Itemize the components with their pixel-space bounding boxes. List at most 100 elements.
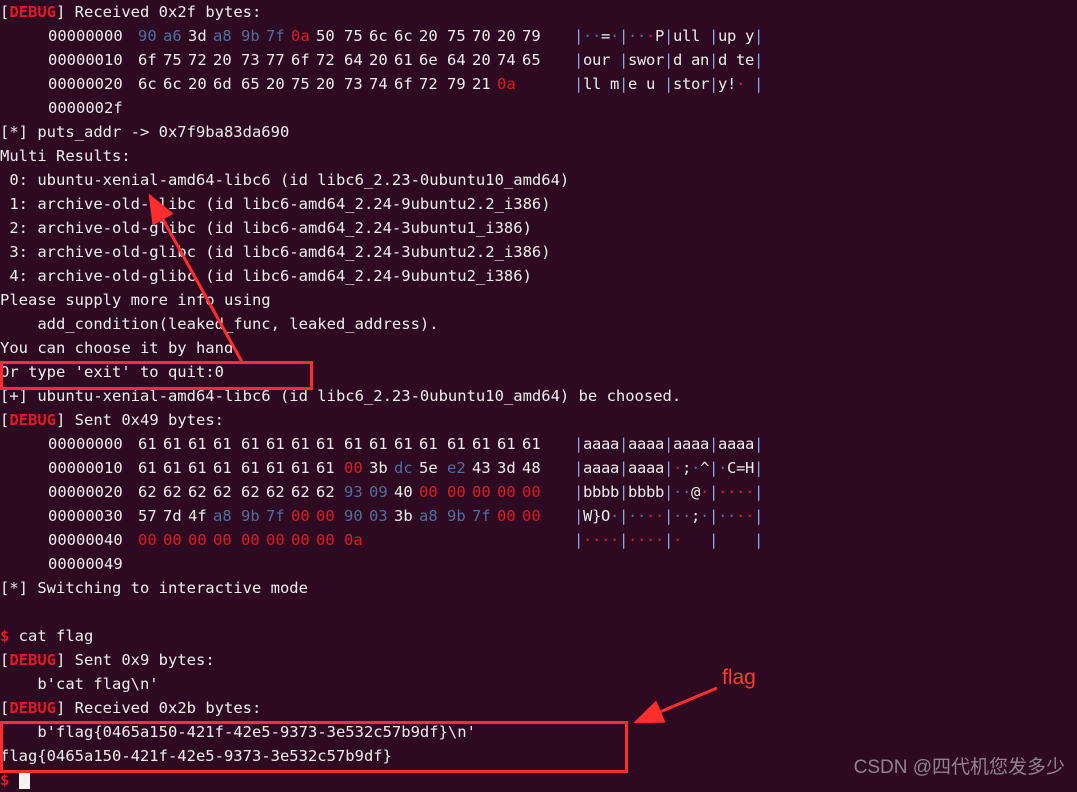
ascii-char	[727, 48, 736, 72]
multi-results-header: Multi Results:	[0, 147, 131, 165]
ascii-separator: |	[574, 507, 584, 525]
ascii-separator: |	[574, 483, 584, 501]
hexdump-ascii-panel: | a a a a | a a a a | ·; · ^ | · C = H |	[574, 456, 763, 480]
hex-byte-empty	[369, 528, 394, 552]
hex-byte: 6c	[394, 27, 413, 45]
chosen-libc-line: [+] ubuntu-xenial-amd64-libc6 (id libc6_…	[0, 387, 682, 405]
ascii-char: ·	[610, 531, 620, 549]
recv2-payload-line: b'flag{0465a150-421f-42e5-9373-3e532c57b…	[0, 723, 476, 741]
ascii-char: u	[718, 27, 728, 45]
hexdump-row: 00000000 90 a6 3d a8 9b 7f 0a 50 75 6c 6c 20 75 70 20 79…	[0, 24, 1077, 48]
hexdump-byte-group: 62 62 62 62	[138, 480, 241, 504]
ascii-char: o	[646, 51, 656, 69]
ascii-char: a	[628, 459, 638, 477]
ascii-char: a	[610, 435, 620, 453]
hex-byte: 74	[369, 75, 388, 93]
ascii-separator: |	[664, 459, 674, 477]
libc-result-2: 2: archive-old-glibc (id libc6-amd64_2.2…	[0, 219, 532, 237]
hex-byte: 62	[316, 483, 335, 501]
hex-byte: 6c	[369, 27, 388, 45]
debug-recv2-header: [DEBUG] Received 0x2b bytes:	[0, 699, 262, 717]
ascii-char: b	[628, 483, 638, 501]
hex-byte: 73	[241, 51, 260, 69]
ascii-char: m	[610, 75, 620, 93]
ascii-group: stor	[673, 72, 709, 96]
hex-byte: dc	[394, 459, 413, 477]
ascii-group: · · @ ·	[673, 480, 709, 504]
ascii-group: aaaa	[583, 456, 619, 480]
shell-prompt: $	[0, 771, 10, 789]
hex-byte: 65	[522, 51, 541, 69]
hexdump-byte-group: 73 77 6f 72	[241, 48, 344, 72]
hex-byte: 9b	[447, 507, 466, 525]
hex-byte: 73	[344, 75, 363, 93]
hexdump-byte-group: 61 61 61 61	[241, 456, 344, 480]
hex-byte: 61	[266, 435, 285, 453]
ascii-char: ·	[637, 531, 647, 549]
hex-byte: 00	[138, 531, 157, 549]
shell-command-line[interactable]: $ cat flag	[0, 624, 1077, 648]
ascii-group: e u	[628, 72, 664, 96]
hexdump-ascii-panel: | l l m | e u | s t o r | y! · |	[574, 72, 763, 96]
debug-sent-header: [DEBUG] Sent 0x49 bytes:	[0, 411, 224, 429]
hexdump-row: 00000000 61 61 61 61 61 61 61 61 61 61 61 61 61 61 61 61…	[0, 432, 1077, 456]
ascii-char: C	[727, 459, 737, 477]
ascii-separator: |	[709, 507, 719, 525]
hex-byte: 00	[522, 483, 541, 501]
flag-annotation-label: flag	[722, 666, 756, 689]
hex-byte: 6c	[138, 75, 157, 93]
hex-byte: 00	[419, 483, 438, 501]
hexdump-byte-group: 61 61 61 61	[344, 432, 447, 456]
ascii-char: s	[628, 51, 638, 69]
ascii-char: b	[601, 483, 611, 501]
ascii-char: ·	[610, 27, 620, 45]
hexdump-byte-group: 75 6c 6c 20	[344, 24, 447, 48]
hexdump-offset: 00000010	[48, 51, 123, 69]
hex-byte: 61	[344, 435, 363, 453]
hexdump-byte-group: 62 62 62 62	[241, 480, 344, 504]
ascii-char-empty	[682, 528, 691, 552]
hexdump-byte-group: 00 3b dc 5e	[344, 456, 447, 480]
ascii-separator: |	[709, 483, 719, 501]
ascii-char: y	[718, 75, 728, 93]
sent2-payload-line: b'cat flag\n'	[0, 675, 159, 693]
hex-byte: 61	[472, 435, 491, 453]
hexdump-received-total: 0000002f	[48, 99, 123, 117]
hex-byte: 7f	[472, 507, 491, 525]
hexdump-row: 00000010 6f 75 72 20 73 77 6f 72 64 20 61 6e 64 20 74 65…	[0, 48, 1077, 72]
hex-byte: a8	[213, 27, 232, 45]
hex-byte: 00	[522, 507, 541, 525]
ascii-char: a	[637, 459, 647, 477]
hexdump-byte-group: 73 74 6f 72	[344, 72, 447, 96]
hexdump-offset: 00000010	[48, 459, 123, 477]
hexdump-byte-group: 61 61 61 61	[138, 456, 241, 480]
ascii-char: ·	[655, 531, 665, 549]
ascii-separator: |	[754, 51, 764, 69]
terminal-output[interactable]: [DEBUG] Received 0x2f bytes: 00000000 90 a6…	[0, 0, 1077, 789]
hexdump-byte-group: 65 20 75 20	[241, 72, 344, 96]
hex-byte-empty	[419, 528, 444, 552]
ascii-char: u	[592, 51, 602, 69]
ascii-separator: |	[709, 531, 719, 549]
hex-byte: 61	[266, 459, 285, 477]
ascii-separator: |	[754, 27, 764, 45]
hexdump-byte-group: 9b 7f 00 00	[447, 504, 550, 528]
hexdump-byte-group: 00 00 00 00	[241, 528, 344, 552]
hexdump-row: 00000020 62 62 62 62 62 62 62 62 93 09 40 00 00 00 00 00…	[0, 480, 1077, 504]
ascii-char: ·	[673, 483, 683, 501]
ascii-group: aaaa	[718, 432, 754, 456]
ascii-char: p	[727, 27, 737, 45]
ascii-char: t	[736, 51, 746, 69]
libc-result-3: 3: archive-old-glibc (id libc6-amd64_2.2…	[0, 243, 551, 261]
ascii-char: W	[583, 507, 593, 525]
ascii-char: b	[655, 483, 665, 501]
ascii-char: a	[691, 435, 701, 453]
choose-by-hand-line: You can choose it by hand	[0, 339, 234, 357]
ascii-char: a	[745, 435, 755, 453]
ascii-char: ·	[646, 507, 656, 525]
hexdump-byte-group: 61 61 61 61	[138, 432, 241, 456]
ascii-char: ·	[736, 75, 746, 93]
ascii-char: u	[646, 75, 656, 93]
hex-byte-empty	[497, 528, 522, 552]
hexdump-byte-group: 90 a6 3d a8	[138, 24, 241, 48]
